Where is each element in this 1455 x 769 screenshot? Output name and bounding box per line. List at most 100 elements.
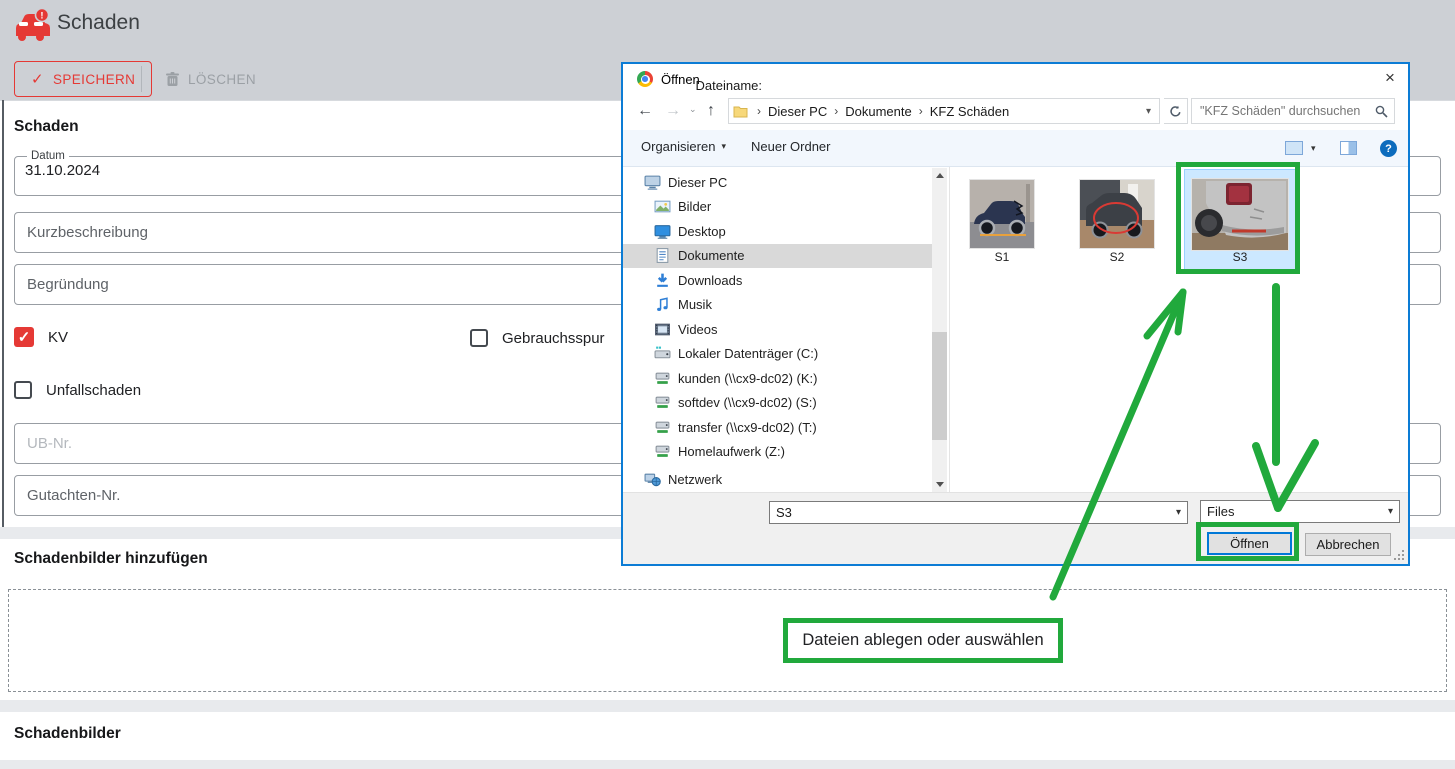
section-separator: [0, 760, 1455, 769]
gebrauchsspur-label: Gebrauchsspur: [502, 330, 605, 347]
svg-text:!: !: [40, 10, 43, 21]
dropzone-label-box[interactable]: Dateien ablegen oder auswählen: [783, 618, 1063, 663]
sidebar-item-label: Dokumente: [678, 248, 744, 263]
history-chevron-icon[interactable]: ⌄: [689, 104, 697, 115]
preview-pane-icon: [1340, 141, 1357, 155]
gebrauchsspur-checkbox[interactable]: [470, 329, 488, 347]
check-icon: ✓: [18, 328, 31, 346]
sidebar-item-desktop[interactable]: Desktop: [623, 219, 932, 244]
sidebar-item-documents[interactable]: Dokumente: [623, 244, 932, 269]
network-drive-icon: [654, 419, 671, 436]
refresh-icon: [1169, 105, 1182, 118]
close-icon[interactable]: ×: [1375, 66, 1405, 90]
dialog-title: Öffnen: [661, 72, 700, 87]
file-thumbnail-s1[interactable]: [970, 180, 1034, 248]
sidebar-item-network[interactable]: Netzwerk: [623, 467, 932, 492]
documents-icon: [654, 247, 671, 264]
filename-combobox[interactable]: S3 ▾: [769, 501, 1188, 524]
sidebar-scrollbar[interactable]: [932, 168, 947, 492]
sidebar-item-this-pc[interactable]: Dieser PC: [623, 170, 932, 195]
sidebar-item-label: Musik: [678, 297, 712, 312]
kv-checkbox[interactable]: ✓: [14, 327, 34, 347]
resize-grip[interactable]: [1396, 552, 1404, 560]
file-thumbnail-s3[interactable]: [1192, 179, 1288, 250]
filetype-select[interactable]: Files ▾: [1200, 500, 1400, 523]
downloads-icon: [654, 272, 671, 289]
file-dropzone[interactable]: [8, 589, 1447, 692]
images-section-title: Schadenbilder: [14, 725, 121, 743]
cancel-button[interactable]: Abbrechen: [1305, 533, 1391, 556]
pane-divider: [949, 167, 950, 492]
gebrauchsspur-checkbox-row: Gebrauchsspur: [470, 329, 605, 347]
kv-checkbox-row: ✓ KV: [14, 327, 68, 347]
save-button-label: SPEICHERN: [53, 72, 135, 87]
dialog-titlebar: Öffnen: [637, 71, 700, 87]
sidebar-item-local-disk-c[interactable]: Lokaler Datenträger (C:): [623, 342, 932, 367]
save-button[interactable]: ✓ SPEICHERN: [14, 61, 152, 97]
network-drive-icon: [654, 370, 671, 387]
folder-icon: [733, 105, 748, 118]
network-drive-icon: [654, 394, 671, 411]
damage-car-icon: !: [13, 8, 51, 42]
chevron-down-icon: ▾: [721, 141, 726, 152]
file-name-s2: S2: [1080, 250, 1154, 264]
chrome-icon: [637, 71, 653, 87]
sidebar-item-downloads[interactable]: Downloads: [623, 268, 932, 293]
scroll-up-icon[interactable]: [936, 173, 944, 178]
dropzone-label: Dateien ablegen oder auswählen: [802, 631, 1043, 650]
unfallschaden-checkbox[interactable]: [14, 381, 32, 399]
delete-button[interactable]: LÖSCHEN: [154, 61, 268, 97]
scroll-down-icon[interactable]: [936, 482, 944, 487]
sidebar-item-drive-k[interactable]: kunden (\\cx9-dc02) (K:): [623, 366, 932, 391]
breadcrumb-this-pc[interactable]: Dieser PC: [768, 104, 827, 119]
toolbar-divider: [141, 66, 142, 92]
open-button[interactable]: Öffnen: [1207, 532, 1292, 555]
sidebar-item-music[interactable]: Musik: [623, 293, 932, 318]
sidebar-item-label: Desktop: [678, 224, 726, 239]
organize-menu[interactable]: Organisieren ▾: [641, 139, 726, 154]
sidebar-item-drive-s[interactable]: softdev (\\cx9-dc02) (S:): [623, 391, 932, 416]
sidebar-item-label: Bilder: [678, 199, 711, 214]
view-mode-button[interactable]: [1285, 141, 1303, 155]
network-drive-icon: [654, 443, 671, 460]
trash-icon: [166, 72, 179, 87]
help-button[interactable]: ?: [1380, 140, 1397, 157]
sidebar-item-label: softdev (\\cx9-dc02) (S:): [678, 395, 817, 410]
filetype-value: Files: [1207, 504, 1234, 519]
file-name-s1: S1: [970, 250, 1034, 264]
file-thumbnail-s2[interactable]: [1080, 180, 1154, 248]
sidebar-item-label: Homelaufwerk (Z:): [678, 444, 785, 459]
page-title: Schaden: [57, 11, 140, 35]
sidebar-item-drive-t[interactable]: transfer (\\cx9-dc02) (T:): [623, 415, 932, 440]
breadcrumb-separator: ›: [834, 104, 838, 118]
file-name-s3: S3: [1192, 250, 1288, 264]
sidebar-item-label: transfer (\\cx9-dc02) (T:): [678, 420, 817, 435]
sidebar-item-label: Downloads: [678, 273, 742, 288]
breadcrumb-chevron-icon[interactable]: ▾: [1142, 106, 1155, 117]
preview-pane-button[interactable]: [1340, 141, 1357, 155]
back-button[interactable]: ←: [637, 102, 653, 120]
refresh-button[interactable]: [1164, 98, 1188, 124]
check-icon: ✓: [31, 70, 44, 88]
forward-button[interactable]: →: [665, 102, 681, 120]
sidebar-item-drive-z[interactable]: Homelaufwerk (Z:): [623, 440, 932, 465]
up-button[interactable]: ↑: [707, 102, 715, 120]
view-mode-chevron[interactable]: ▾: [1311, 143, 1316, 154]
local-drive-icon: [654, 345, 671, 362]
breadcrumb: › Dieser PC › Dokumente › KFZ Schäden ▾: [728, 98, 1160, 124]
music-icon: [654, 296, 671, 313]
chevron-down-icon: ▾: [1176, 507, 1181, 518]
new-folder-button[interactable]: Neuer Ordner: [751, 139, 830, 154]
content-left-border: [2, 100, 4, 527]
scrollbar-thumb[interactable]: [932, 332, 947, 440]
kv-label: KV: [48, 329, 68, 346]
breadcrumb-kfz-schaeden[interactable]: KFZ Schäden: [930, 104, 1010, 119]
sidebar-item-videos[interactable]: Videos: [623, 317, 932, 342]
open-file-dialog: Öffnen × ← → ⌄ ↑ › Dieser PC › Dokumente…: [621, 62, 1410, 566]
new-folder-label: Neuer Ordner: [751, 139, 830, 154]
sidebar-item-pictures[interactable]: Bilder: [623, 195, 932, 220]
breadcrumb-separator: ›: [757, 104, 761, 118]
breadcrumb-documents[interactable]: Dokumente: [845, 104, 911, 119]
organize-label: Organisieren: [641, 139, 715, 154]
search-input[interactable]: [1198, 103, 1375, 119]
